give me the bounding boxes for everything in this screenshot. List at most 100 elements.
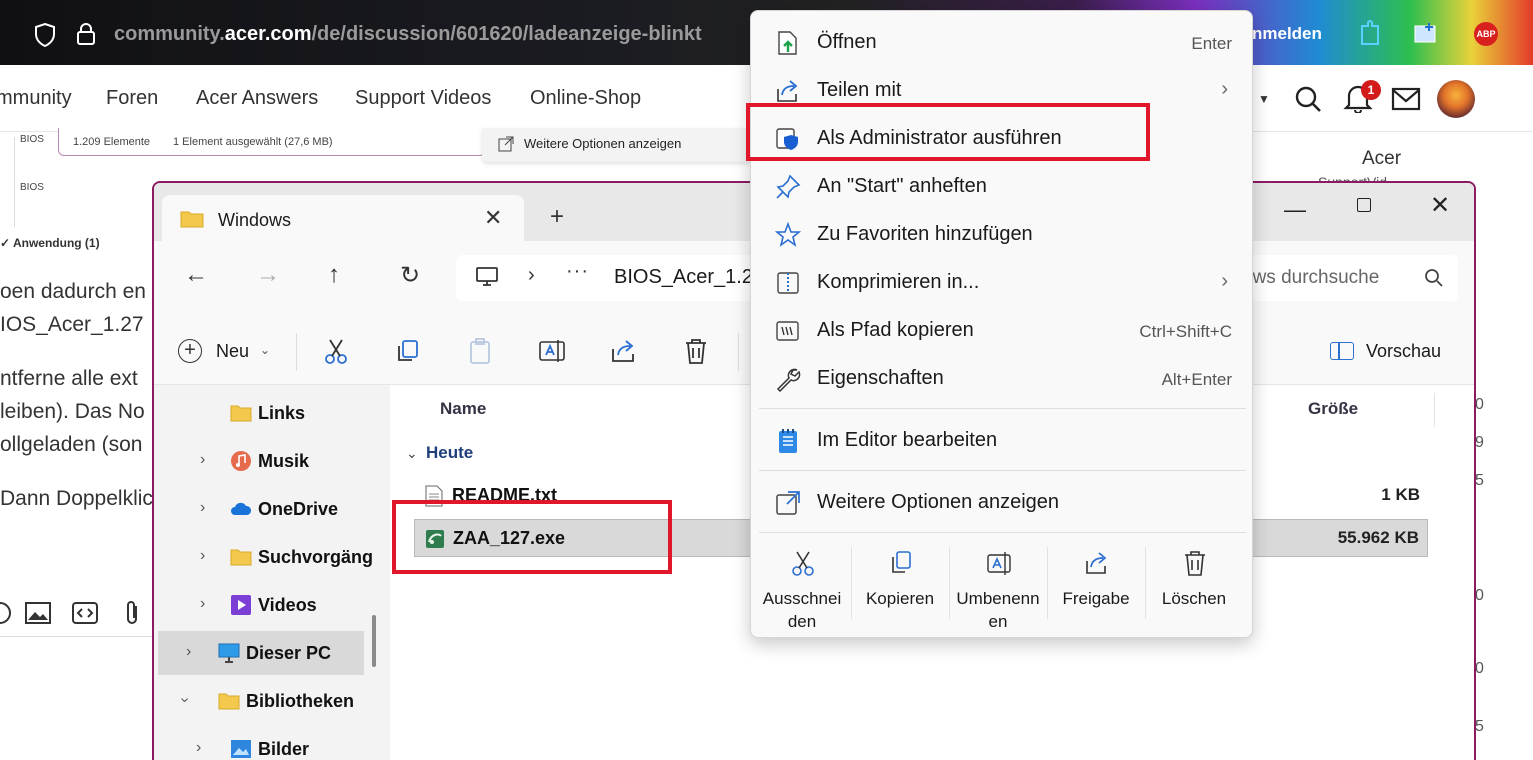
computer-icon: [218, 643, 240, 663]
rename-icon[interactable]: [538, 337, 566, 365]
menu-item-properties[interactable]: Eigenschaften Alt+Enter: [751, 354, 1254, 402]
sidebar-heading: Acer: [1362, 148, 1402, 169]
quick-action-delete[interactable]: Löschen: [1146, 543, 1242, 633]
quick-action-rename[interactable]: Umbenenn en: [950, 543, 1046, 633]
attachment-icon[interactable]: [118, 600, 146, 626]
nav-foren[interactable]: Foren: [106, 87, 158, 110]
code-icon[interactable]: [71, 600, 99, 626]
menu-item-edit-notepad[interactable]: Im Editor bearbeiten: [751, 416, 1254, 464]
chevron-right-icon[interactable]: ›: [200, 451, 205, 469]
chevron-right-icon[interactable]: ›: [196, 739, 201, 757]
post-text: ollgeladen (son: [0, 433, 143, 456]
menu-item-open[interactable]: Öffnen Enter: [751, 18, 1254, 66]
search-placeholder: ows durchsuche: [1242, 267, 1380, 288]
chevron-right-icon[interactable]: ›: [200, 499, 205, 517]
more-path-button[interactable]: ···: [566, 260, 589, 283]
paste-icon[interactable]: [466, 337, 494, 365]
maximize-button[interactable]: [1357, 198, 1371, 212]
chevron-right-icon[interactable]: ›: [186, 643, 191, 661]
nav-community[interactable]: mmunity: [0, 87, 72, 110]
item-count: 1.209 Elemente: [73, 136, 151, 148]
url-host: acer.com: [224, 23, 312, 45]
minimize-button[interactable]: —: [1284, 197, 1306, 223]
window-close-button[interactable]: ✕: [1430, 191, 1450, 220]
login-link[interactable]: nmelden: [1252, 24, 1322, 44]
tab-windows[interactable]: Windows ✕: [162, 195, 524, 243]
trash-icon[interactable]: [682, 337, 710, 365]
post-text: ntferne alle ext: [0, 367, 138, 390]
nav-item-videos[interactable]: › Videos: [154, 583, 386, 627]
quick-action-label: Umbenenn en: [956, 589, 1040, 631]
menu-item-label: Komprimieren in...: [817, 271, 980, 293]
lock-icon[interactable]: [76, 22, 96, 46]
chevron-right-icon[interactable]: ›: [528, 264, 535, 287]
nav-item-links[interactable]: Links: [154, 391, 386, 435]
back-button[interactable]: ←: [184, 261, 208, 289]
copy-icon[interactable]: [394, 337, 422, 365]
menu-item-copy-path[interactable]: Als Pfad kopieren Ctrl+Shift+C: [751, 306, 1254, 354]
new-label: Neu: [216, 341, 250, 361]
chevron-down-icon[interactable]: ⌄: [406, 445, 418, 462]
quick-action-cut[interactable]: Ausschnei den: [754, 543, 850, 633]
emoji-icon[interactable]: [0, 600, 14, 626]
menu-item-shortcut: Enter: [1191, 34, 1232, 53]
menu-item-pin-start[interactable]: An "Start" anheften: [751, 162, 1254, 210]
search-icon[interactable]: [1294, 85, 1322, 113]
mail-icon[interactable]: [1391, 87, 1421, 111]
quick-action-share[interactable]: Freigabe: [1048, 543, 1144, 633]
trash-icon: [1185, 551, 1205, 576]
menu-item-add-favorites[interactable]: Zu Favoriten hinzufügen: [751, 210, 1254, 258]
nav-online-shop[interactable]: Online-Shop: [530, 87, 641, 110]
scrollbar[interactable]: [372, 615, 376, 667]
nav-item-dieser-pc[interactable]: › Dieser PC: [158, 631, 364, 675]
chevron-down-icon[interactable]: ▼: [1258, 92, 1270, 106]
tab-title: Windows: [218, 210, 292, 230]
shield-icon[interactable]: [34, 23, 56, 47]
selection-info: 1 Element ausgewählt (27,6 MB): [173, 136, 333, 148]
bios-label: BIOS: [20, 134, 44, 145]
highlight-box-admin: [746, 103, 1150, 161]
menu-item-label: Eigenschaften: [817, 367, 944, 389]
url-prefix: community.: [114, 23, 225, 45]
up-button[interactable]: ↑: [328, 261, 340, 289]
column-header-name[interactable]: Name: [440, 399, 486, 419]
nav-item-bilder[interactable]: › Bilder: [154, 727, 386, 760]
quick-action-copy[interactable]: Kopieren: [852, 543, 948, 633]
adblock-icon[interactable]: ABP: [1474, 22, 1498, 46]
nav-acer-answers[interactable]: Acer Answers: [196, 87, 318, 110]
extension-icon[interactable]: [1358, 20, 1382, 46]
divider: [738, 333, 739, 371]
menu-item-more-options[interactable]: Weitere Optionen anzeigen: [751, 478, 1254, 526]
copy-path-icon: [776, 321, 799, 341]
menu-item-compress[interactable]: Komprimieren in... ›: [751, 258, 1254, 306]
nav-item-bibliotheken[interactable]: › Bibliotheken: [154, 679, 386, 723]
chevron-right-icon[interactable]: ›: [200, 595, 205, 613]
folder-icon: [230, 549, 252, 566]
menu-item-label: Weitere Optionen anzeigen: [817, 491, 1060, 513]
nav-item-musik[interactable]: › Musik: [154, 439, 386, 483]
avatar[interactable]: [1437, 80, 1475, 118]
image-icon[interactable]: [24, 600, 52, 626]
pin-icon: [776, 174, 801, 199]
chevron-right-icon[interactable]: ›: [200, 547, 205, 565]
nav-item-label: Links: [258, 403, 306, 423]
forward-button[interactable]: →: [256, 261, 280, 289]
nav-support-videos[interactable]: Support Videos: [355, 87, 491, 110]
nav-item-suchvorgaenge[interactable]: › Suchvorgäng: [154, 535, 386, 579]
nav-item-onedrive[interactable]: › OneDrive: [154, 487, 386, 531]
side-number: 0: [1475, 396, 1484, 413]
cut-icon[interactable]: [322, 337, 350, 365]
side-number: 5: [1475, 472, 1484, 489]
new-tab-button[interactable]: +: [550, 203, 564, 231]
close-icon[interactable]: ✕: [484, 205, 502, 231]
refresh-button[interactable]: ↻: [400, 261, 420, 290]
group-header[interactable]: Heute: [426, 443, 473, 463]
chevron-down-icon[interactable]: ›: [176, 697, 194, 702]
column-divider[interactable]: [1434, 393, 1435, 427]
side-number: 0: [1475, 660, 1484, 677]
share-icon[interactable]: [610, 337, 638, 365]
url-bar[interactable]: community.acer.com/de/discussion/601620/…: [114, 23, 702, 46]
add-tab-icon[interactable]: [1414, 22, 1438, 44]
column-header-size[interactable]: Größe: [1308, 399, 1358, 419]
menu-item-shortcut: Ctrl+Shift+C: [1139, 322, 1232, 341]
